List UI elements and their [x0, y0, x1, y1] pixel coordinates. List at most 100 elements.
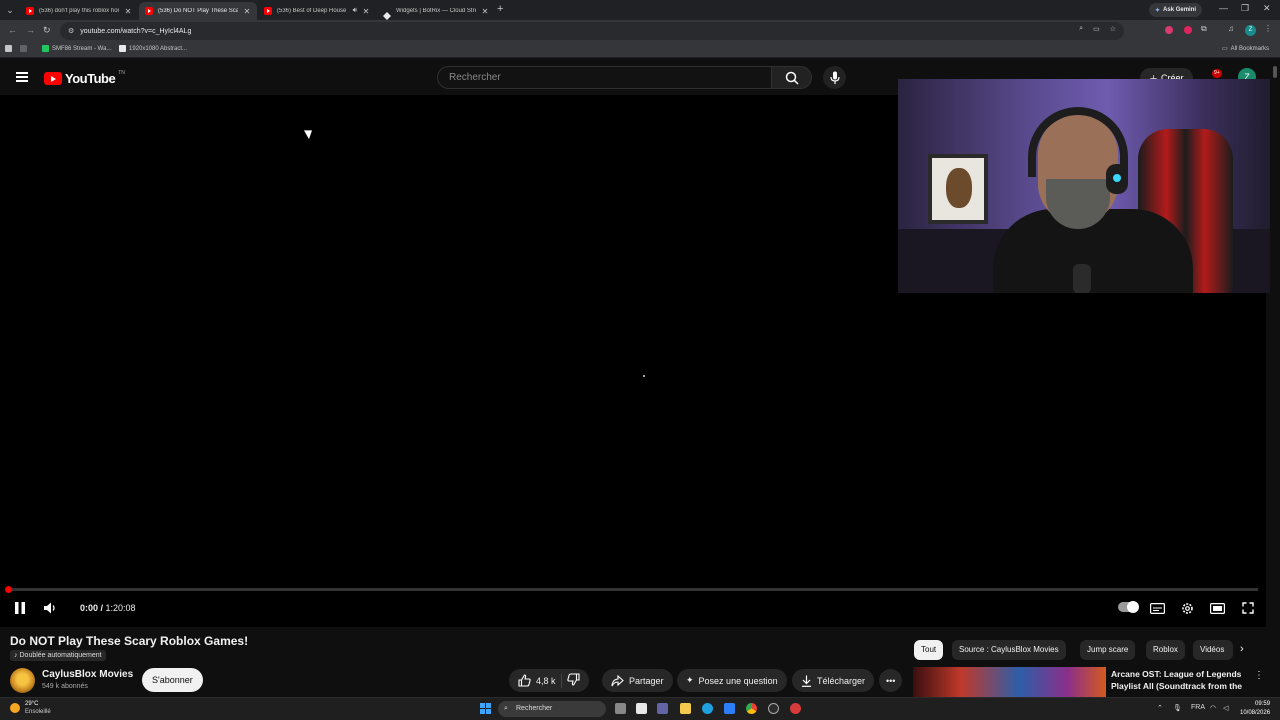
- chip-jump-scare[interactable]: Jump scare: [1080, 640, 1136, 660]
- close-icon[interactable]: ✕: [124, 7, 132, 16]
- site-info-icon[interactable]: ⚙: [68, 27, 74, 35]
- voice-search-button[interactable]: [823, 66, 846, 89]
- browser-tab-3[interactable]: (536) Best of Deep House 🔊︎ ✕: [258, 2, 376, 20]
- chip-source[interactable]: Source : CaylusBlox Movies: [952, 640, 1066, 660]
- microphone-tray-icon[interactable]: 🎙︎: [1173, 704, 1182, 712]
- dislike-button[interactable]: [566, 673, 580, 688]
- close-window-icon[interactable]: ✕: [1263, 3, 1271, 14]
- theater-mode-button[interactable]: [1209, 600, 1225, 616]
- task-view-icon[interactable]: [615, 703, 626, 714]
- chip-videos[interactable]: Vidéos: [1193, 640, 1233, 660]
- system-clock[interactable]: 09:59 10/08/2026: [1240, 700, 1270, 718]
- browser-tab-2[interactable]: (536) Do NOT Play These Scary ✕: [139, 2, 257, 20]
- scrubber-handle[interactable]: [5, 586, 12, 593]
- cast-icon[interactable]: ▭: [1093, 25, 1100, 33]
- settings-button[interactable]: [1179, 600, 1195, 616]
- taskbar-search[interactable]: ⌕ Rechercher: [498, 701, 606, 717]
- chevron-right-icon[interactable]: ›: [1240, 643, 1244, 655]
- file-explorer-icon[interactable]: [680, 703, 691, 714]
- search-button[interactable]: [772, 66, 812, 89]
- reload-icon[interactable]: ↻: [43, 25, 51, 36]
- media-control-icon[interactable]: ♫: [1228, 24, 1234, 33]
- widgets-icon[interactable]: [636, 703, 647, 714]
- notifications-badge[interactable]: 9+: [1212, 69, 1222, 78]
- edge-icon[interactable]: [702, 703, 713, 714]
- pause-button[interactable]: [12, 600, 28, 616]
- browser-tab-1[interactable]: (536) don't play this roblox hor ✕: [20, 2, 138, 20]
- subscribe-button[interactable]: S'abonner: [142, 668, 203, 692]
- close-icon[interactable]: ✕: [481, 7, 489, 16]
- all-bookmarks-button[interactable]: ▭ All Bookmarks: [1222, 45, 1269, 53]
- fullscreen-button[interactable]: [1240, 600, 1256, 616]
- menu-icon[interactable]: [16, 72, 28, 82]
- bookmark-label: SMF86 Stream - Wa...: [52, 45, 112, 52]
- profile-avatar[interactable]: Z: [1245, 25, 1256, 36]
- zoom-icon[interactable]: ⌕: [1079, 25, 1083, 33]
- language-indicator[interactable]: FRA: [1191, 704, 1205, 711]
- address-bar[interactable]: ⚙ youtube.com/watch?v=c_HyIcl4ALg ⌕ ▭ ☆: [60, 22, 1124, 40]
- share-button[interactable]: Partager: [602, 669, 673, 692]
- chip-all[interactable]: Tout: [914, 640, 944, 660]
- sun-icon[interactable]: [10, 703, 20, 713]
- pause-icon: [15, 602, 25, 614]
- extension-icon[interactable]: [1165, 26, 1173, 34]
- more-actions-button[interactable]: •••: [879, 669, 903, 692]
- gemini-sparkle-icon: ✦: [1155, 7, 1161, 14]
- minimize-icon[interactable]: —: [1219, 3, 1228, 13]
- wifi-icon[interactable]: ◠: [1210, 704, 1216, 712]
- download-button[interactable]: Télécharger: [792, 669, 875, 692]
- progress-bar[interactable]: [5, 586, 1258, 593]
- app-icon[interactable]: [790, 703, 801, 714]
- ask-question-button[interactable]: ✦ Posez une question: [677, 669, 787, 692]
- chrome-icon[interactable]: [746, 703, 757, 714]
- chip-roblox[interactable]: Roblox: [1146, 640, 1185, 660]
- weather-temperature[interactable]: 29°C: [25, 701, 38, 707]
- kick-favicon-icon: [42, 45, 49, 52]
- volume-button[interactable]: [43, 600, 59, 616]
- youtube-favicon-icon: [26, 7, 34, 15]
- chrome-menu-icon[interactable]: ⋮: [1264, 24, 1272, 33]
- close-icon[interactable]: ✕: [362, 7, 370, 16]
- extensions-puzzle-icon[interactable]: ⧉: [1201, 24, 1207, 34]
- tab-groups-icon[interactable]: [20, 45, 27, 52]
- browser-tab-strip: ⌄ (536) don't play this roblox hor ✕ (53…: [0, 0, 1280, 20]
- ask-gemini-button[interactable]: ✦ Ask Gemini: [1149, 3, 1203, 17]
- more-vertical-icon[interactable]: ⋮: [1254, 670, 1264, 681]
- back-icon[interactable]: ←: [8, 25, 17, 35]
- forward-icon[interactable]: →: [26, 25, 35, 35]
- browser-tab-4[interactable]: Widgets | BotRix — Cloud Strea ✕: [377, 2, 495, 20]
- youtube-logo[interactable]: YouTube TN: [44, 70, 125, 86]
- tab-search-icon[interactable]: ⌄: [4, 4, 16, 16]
- windows-start-icon[interactable]: [480, 703, 491, 714]
- youtube-play-logo-icon: [44, 72, 62, 85]
- time-display: 0:00 / 1:20:08: [80, 603, 136, 613]
- search-input[interactable]: Rechercher: [437, 66, 772, 89]
- apps-icon[interactable]: [5, 45, 12, 52]
- obs-icon[interactable]: [768, 703, 779, 714]
- like-button[interactable]: 4,8 k: [518, 674, 556, 687]
- bookmark-item[interactable]: 1920x1080 Abstract...: [119, 45, 187, 52]
- teams-icon[interactable]: [657, 703, 668, 714]
- autoplay-toggle[interactable]: [1118, 601, 1139, 613]
- bookmark-star-icon[interactable]: ☆: [1110, 25, 1116, 33]
- new-tab-button[interactable]: +: [497, 3, 503, 15]
- speaker-icon[interactable]: ◁: [1223, 704, 1228, 712]
- loading-indicator: [643, 375, 645, 377]
- close-icon[interactable]: ✕: [243, 7, 251, 16]
- store-icon[interactable]: [724, 703, 735, 714]
- recommended-video-thumbnail[interactable]: [913, 667, 1106, 697]
- subtitles-button[interactable]: [1149, 600, 1165, 616]
- tab-title: Widgets | BotRix — Cloud Strea: [396, 8, 476, 14]
- chevron-up-icon[interactable]: ⌃: [1157, 704, 1163, 712]
- page-scrollbar[interactable]: [1270, 62, 1280, 698]
- restore-icon[interactable]: ❐: [1241, 3, 1249, 14]
- bookmark-item[interactable]: SMF86 Stream - Wa...: [42, 45, 111, 52]
- speaker-icon[interactable]: 🔊︎: [353, 7, 357, 15]
- url-text[interactable]: youtube.com/watch?v=c_HyIcl4ALg: [80, 28, 191, 35]
- weather-description[interactable]: Ensoleillé: [25, 709, 51, 715]
- search-icon: [785, 71, 799, 85]
- extension-icon[interactable]: [1184, 26, 1192, 34]
- channel-avatar[interactable]: [10, 668, 35, 693]
- like-count: 4,8 k: [536, 675, 556, 686]
- channel-name[interactable]: CaylusBlox Movies: [42, 669, 133, 680]
